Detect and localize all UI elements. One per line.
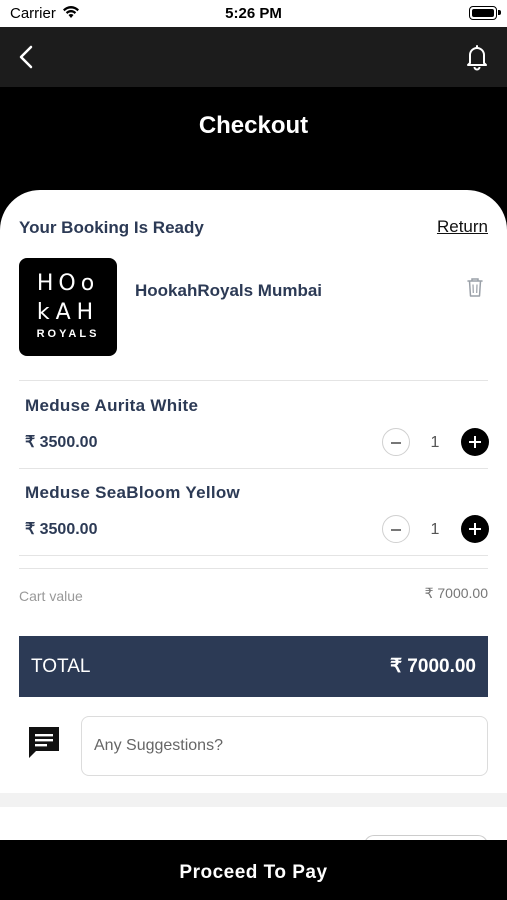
item-price: ₹ 3500.00 <box>25 521 98 538</box>
trash-icon <box>467 278 483 297</box>
total-amount: ₹ 7000.00 <box>389 656 476 677</box>
bell-icon <box>467 45 487 71</box>
page-title: Checkout <box>198 112 309 139</box>
item-quantity: 1 <box>430 521 440 538</box>
chat-icon <box>29 727 59 758</box>
checkout-card: Your Booking Is Ready Return HOo kAH ROY… <box>0 190 507 845</box>
proceed-to-pay-label: Proceed To Pay <box>179 862 328 883</box>
cart-value-label: Cart value <box>19 588 83 604</box>
divider <box>19 568 488 569</box>
back-button[interactable] <box>12 41 44 73</box>
navigation-bar <box>0 27 507 87</box>
item-quantity: 1 <box>430 434 440 451</box>
item-name: Meduse Aurita White <box>25 396 199 415</box>
total-label: TOTAL <box>31 656 91 677</box>
page-header: Checkout <box>0 87 507 197</box>
divider <box>19 555 488 556</box>
logo-text-line3: ROYALS <box>36 328 100 340</box>
cart-value-amount: ₹ 7000.00 <box>424 585 488 601</box>
divider <box>19 468 488 469</box>
increase-quantity-button[interactable] <box>461 515 489 543</box>
logo-text-line1: HOo <box>36 271 100 296</box>
section-separator <box>0 793 507 807</box>
decrease-quantity-button[interactable] <box>382 428 410 456</box>
proceed-to-pay-button[interactable]: Proceed To Pay <box>0 840 507 900</box>
venue-logo: HOo kAH ROYALS <box>19 258 117 356</box>
total-bar: TOTAL ₹ 7000.00 <box>19 636 488 697</box>
battery-icon <box>469 6 501 20</box>
venue-name: HookahRoyals Mumbai <box>135 281 323 300</box>
clock: 5:26 PM <box>225 5 282 22</box>
return-link[interactable]: Return <box>437 217 488 237</box>
logo-text-line2: kAH <box>36 300 100 325</box>
item-price: ₹ 3500.00 <box>25 434 98 451</box>
notification-button[interactable] <box>461 41 493 73</box>
status-bar: Carrier 5:26 PM <box>0 0 507 27</box>
delete-venue-button[interactable] <box>465 276 485 298</box>
decrease-quantity-button[interactable] <box>382 515 410 543</box>
booking-status-heading: Your Booking Is Ready <box>19 218 204 237</box>
item-name: Meduse SeaBloom Yellow <box>25 483 241 502</box>
chevron-left-icon <box>19 45 33 69</box>
suggestions-input[interactable] <box>81 716 488 776</box>
divider <box>19 380 488 381</box>
increase-quantity-button[interactable] <box>461 428 489 456</box>
